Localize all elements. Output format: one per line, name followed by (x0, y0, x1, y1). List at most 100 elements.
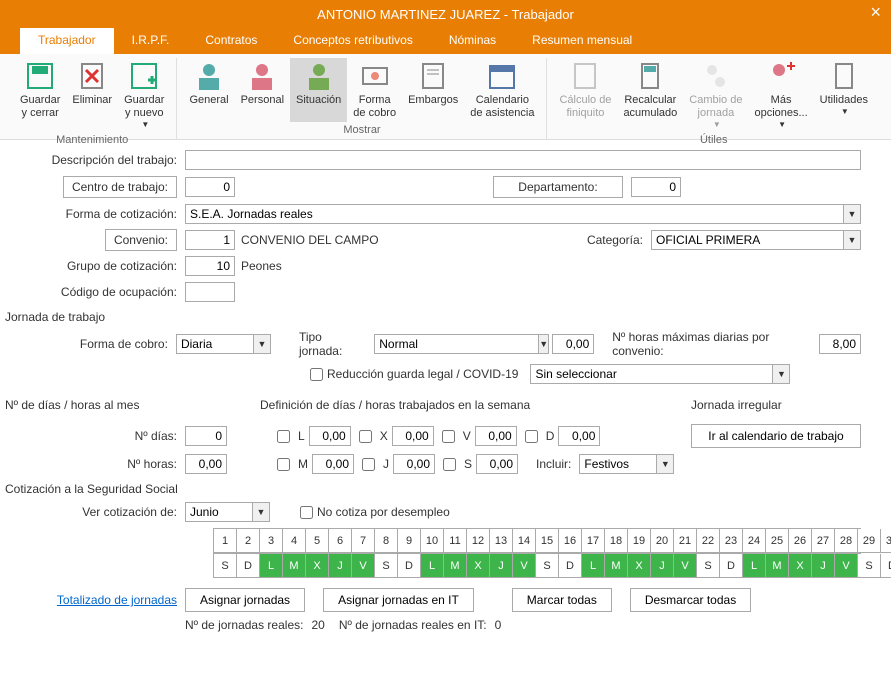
cal-day-wd[interactable]: V (674, 554, 697, 578)
cal-day-num[interactable]: 30 (881, 529, 891, 553)
cal-day-num[interactable]: 7 (352, 529, 375, 553)
centro-button[interactable]: Centro de trabajo: (63, 176, 177, 198)
convenio-button[interactable]: Convenio: (105, 229, 177, 251)
x-checkbox[interactable] (359, 430, 372, 443)
cal-day-num[interactable]: 3 (260, 529, 283, 553)
l-checkbox[interactable] (277, 430, 290, 443)
cal-day-num[interactable]: 16 (559, 529, 582, 553)
cal-day-wd[interactable]: V (352, 554, 375, 578)
save-close-button[interactable]: Guardar y cerrar (14, 58, 66, 132)
chevron-down-icon[interactable]: ▼ (656, 454, 674, 474)
cal-day-wd[interactable]: L (260, 554, 283, 578)
cal-day-wd[interactable]: M (766, 554, 789, 578)
cal-day-num[interactable]: 6 (329, 529, 352, 553)
mas-opciones-button[interactable]: Más opciones...▼ (748, 58, 813, 132)
cal-day-num[interactable]: 22 (697, 529, 720, 553)
cal-day-num[interactable]: 9 (398, 529, 421, 553)
desmarcar-todas-button[interactable]: Desmarcar todas (630, 588, 751, 612)
cal-day-wd[interactable]: J (329, 554, 352, 578)
tab-trabajador[interactable]: Trabajador (20, 28, 114, 54)
cal-day-num[interactable]: 24 (743, 529, 766, 553)
tab-nominas[interactable]: Nóminas (431, 28, 514, 54)
cal-day-wd[interactable]: S (214, 554, 237, 578)
delete-button[interactable]: Eliminar (66, 58, 118, 132)
cal-day-wd[interactable]: L (582, 554, 605, 578)
cal-day-wd[interactable]: D (881, 554, 891, 578)
cal-day-num[interactable]: 27 (812, 529, 835, 553)
cal-day-num[interactable]: 17 (582, 529, 605, 553)
cal-day-wd[interactable]: X (628, 554, 651, 578)
cal-day-num[interactable]: 20 (651, 529, 674, 553)
close-icon[interactable]: × (870, 2, 881, 23)
j-input[interactable] (393, 454, 435, 474)
cal-day-wd[interactable]: J (651, 554, 674, 578)
cal-day-wd[interactable]: X (789, 554, 812, 578)
grupo-num-input[interactable] (185, 256, 235, 276)
v-input[interactable] (475, 426, 517, 446)
asignar-it-button[interactable]: Asignar jornadas en IT (323, 588, 474, 612)
s-checkbox[interactable] (443, 458, 456, 471)
l-input[interactable] (309, 426, 351, 446)
cal-day-wd[interactable]: M (605, 554, 628, 578)
x-input[interactable] (392, 426, 434, 446)
forma-cobro-button[interactable]: Forma de cobro (347, 58, 402, 122)
convenio-num-input[interactable] (185, 230, 235, 250)
chevron-down-icon[interactable]: ▼ (843, 230, 861, 250)
m-input[interactable] (312, 454, 354, 474)
cal-day-num[interactable]: 5 (306, 529, 329, 553)
cal-day-wd[interactable]: S (858, 554, 881, 578)
ir-calendario-button[interactable]: Ir al calendario de trabajo (691, 424, 861, 448)
tab-contratos[interactable]: Contratos (187, 28, 275, 54)
s-input[interactable] (476, 454, 518, 474)
horas-max-input[interactable] (819, 334, 861, 354)
categoria-select[interactable] (651, 230, 843, 250)
cal-day-num[interactable]: 25 (766, 529, 789, 553)
departamento-input[interactable] (631, 177, 681, 197)
cal-day-num[interactable]: 19 (628, 529, 651, 553)
cal-day-wd[interactable]: S (375, 554, 398, 578)
save-new-button[interactable]: Guardar y nuevo▼ (118, 58, 170, 132)
forma-cobro-select[interactable] (176, 334, 253, 354)
cal-day-num[interactable]: 14 (513, 529, 536, 553)
cal-day-num[interactable]: 2 (237, 529, 260, 553)
cal-day-num[interactable]: 10 (421, 529, 444, 553)
marcar-todas-button[interactable]: Marcar todas (512, 588, 612, 612)
tab-resumen[interactable]: Resumen mensual (514, 28, 650, 54)
utilidades-button[interactable]: Utilidades▼ (814, 58, 874, 132)
cal-day-num[interactable]: 28 (835, 529, 858, 553)
asignar-jornadas-button[interactable]: Asignar jornadas (185, 588, 305, 612)
cal-day-num[interactable]: 13 (490, 529, 513, 553)
chevron-down-icon[interactable]: ▼ (538, 334, 549, 354)
cal-day-num[interactable]: 11 (444, 529, 467, 553)
recalcular-button[interactable]: Recalcular acumulado (617, 58, 683, 132)
tab-irpf[interactable]: I.R.P.F. (114, 28, 188, 54)
cal-day-wd[interactable]: X (467, 554, 490, 578)
cal-day-wd[interactable]: D (398, 554, 421, 578)
mes-select[interactable] (185, 502, 252, 522)
incluir-select[interactable] (579, 454, 656, 474)
codigo-ocu-input[interactable] (185, 282, 235, 302)
cal-day-wd[interactable]: V (835, 554, 858, 578)
cal-day-num[interactable]: 23 (720, 529, 743, 553)
embargos-button[interactable]: Embargos (402, 58, 464, 122)
reduccion-checkbox[interactable] (310, 368, 323, 381)
chevron-down-icon[interactable]: ▼ (252, 502, 270, 522)
general-button[interactable]: General (183, 58, 234, 122)
cal-day-wd[interactable]: L (743, 554, 766, 578)
d-input[interactable] (558, 426, 600, 446)
cal-day-num[interactable]: 29 (858, 529, 881, 553)
cal-day-wd[interactable]: J (490, 554, 513, 578)
centro-input[interactable] (185, 177, 235, 197)
no-desempleo-checkbox[interactable] (300, 506, 313, 519)
cal-day-wd[interactable]: D (237, 554, 260, 578)
cal-day-num[interactable]: 18 (605, 529, 628, 553)
cal-day-wd[interactable]: M (444, 554, 467, 578)
cal-day-num[interactable]: 12 (467, 529, 490, 553)
personal-button[interactable]: Personal (235, 58, 290, 122)
descripcion-input[interactable] (185, 150, 861, 170)
cal-day-wd[interactable]: X (306, 554, 329, 578)
departamento-button[interactable]: Departamento: (493, 176, 623, 198)
cal-day-num[interactable]: 15 (536, 529, 559, 553)
d-checkbox[interactable] (525, 430, 538, 443)
cal-day-num[interactable]: 26 (789, 529, 812, 553)
